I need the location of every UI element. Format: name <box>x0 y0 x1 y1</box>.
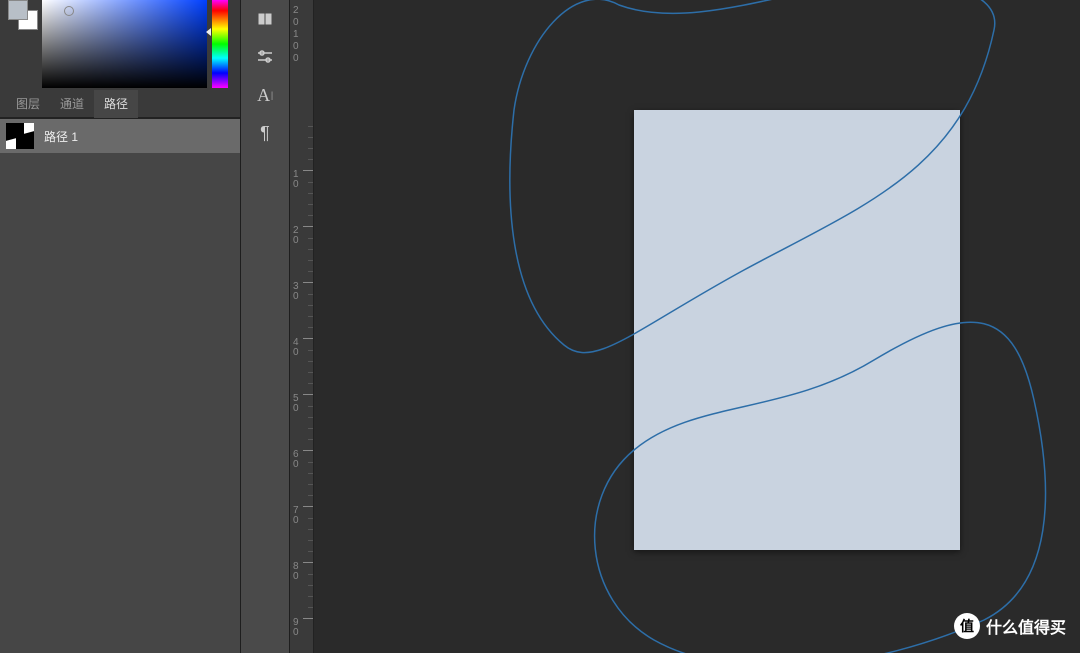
left-panel: 图层 通道 路径 路径 1 <box>0 0 240 653</box>
foreground-swatch[interactable] <box>8 0 28 20</box>
paths-list[interactable]: 路径 1 <box>0 118 240 653</box>
path-item[interactable]: 路径 1 <box>0 119 240 153</box>
tab-layers[interactable]: 图层 <box>6 89 50 118</box>
brush-presets-icon[interactable] <box>246 0 284 38</box>
tool-strip: A| ¶ <box>240 0 290 653</box>
tab-channels[interactable]: 通道 <box>50 89 94 118</box>
artboard[interactable] <box>634 110 960 550</box>
panel-tabs: 图层 通道 路径 <box>0 90 240 118</box>
adjustments-icon[interactable] <box>246 38 284 76</box>
type-tool-icon[interactable]: A| <box>246 76 284 114</box>
watermark-text: 什么值得买 <box>986 614 1066 638</box>
paragraph-icon[interactable]: ¶ <box>246 114 284 152</box>
watermark: 值 什么值得买 <box>954 613 1066 639</box>
watermark-badge-icon: 值 <box>954 613 980 639</box>
vertical-ruler: 20100102030405060708090 <box>290 0 314 653</box>
color-picker[interactable] <box>0 0 240 90</box>
color-cursor[interactable] <box>64 6 74 16</box>
path-thumbnail-icon <box>6 123 34 149</box>
color-swatches[interactable] <box>8 0 40 32</box>
path-item-label: 路径 1 <box>44 128 78 145</box>
canvas-area[interactable] <box>314 0 1080 653</box>
tab-paths[interactable]: 路径 <box>94 89 138 118</box>
hue-pointer-icon <box>206 28 211 36</box>
hue-slider[interactable] <box>212 0 228 88</box>
color-field[interactable] <box>42 0 207 88</box>
